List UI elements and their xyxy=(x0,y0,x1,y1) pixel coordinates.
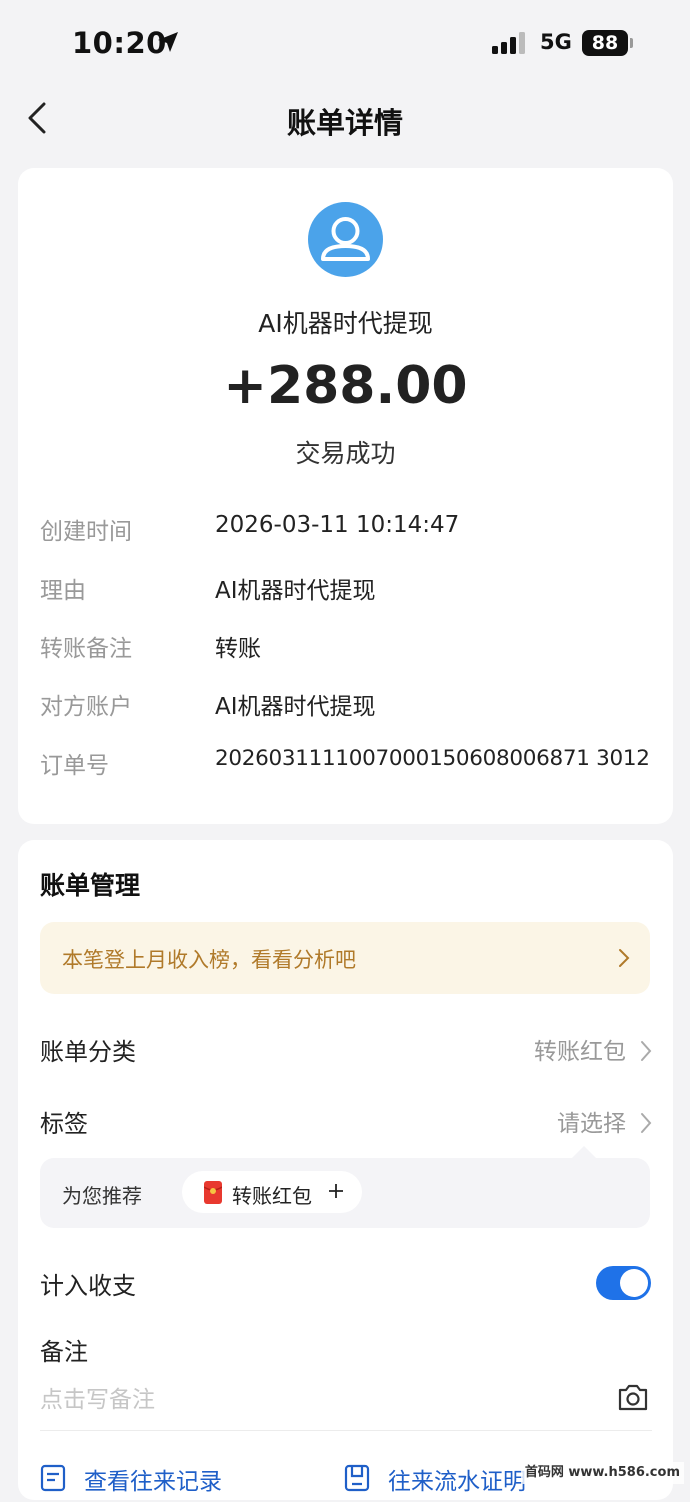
recommend-notch xyxy=(570,1146,598,1160)
chevron-right-icon xyxy=(641,1041,652,1061)
info-value: AI机器时代提现 xyxy=(215,578,376,604)
plus-icon xyxy=(329,1184,343,1198)
avatar xyxy=(308,202,383,277)
toggle-knob xyxy=(620,1269,648,1297)
recommend-tag-chip[interactable]: 转账红包 xyxy=(182,1171,362,1213)
transaction-detail-card: AI机器时代提现 +288.00 交易成功 创建时间 2026-03-11 10… xyxy=(18,168,673,824)
recommend-label: 为您推荐 xyxy=(62,1184,142,1208)
bill-category-row[interactable]: 账单分类 转账红包 xyxy=(40,1032,652,1072)
row-label: 计入收支 xyxy=(40,1272,136,1300)
info-row-reason: 理由 AI机器时代提现 xyxy=(40,571,660,611)
tag-row[interactable]: 标签 请选择 xyxy=(40,1104,652,1144)
info-label: 创建时间 xyxy=(40,519,132,545)
info-value[interactable]: 2026031111007000150608006871 3012 xyxy=(215,746,650,771)
info-row-order-number: 订单号 2026031111007000150608006871 3012 xyxy=(40,746,660,786)
row-label: 账单分类 xyxy=(40,1038,136,1066)
income-rank-banner[interactable]: 本笔登上月收入榜，看看分析吧 xyxy=(40,922,650,994)
site-watermark: 首码网 www.h586.com xyxy=(520,1462,684,1484)
bill-management-card: 账单管理 本笔登上月收入榜，看看分析吧 账单分类 转账红包 标签 请选择 为您推… xyxy=(18,840,673,1500)
info-label: 转账备注 xyxy=(40,636,132,662)
info-row-transfer-note: 转账备注 转账 xyxy=(40,629,660,669)
chevron-right-icon xyxy=(641,1113,652,1133)
info-value: AI机器时代提现 xyxy=(215,694,376,720)
info-row-created-time: 创建时间 2026-03-11 10:14:47 xyxy=(40,512,660,552)
action-label: 查看往来记录 xyxy=(84,1469,222,1495)
row-value: 请选择 xyxy=(557,1111,626,1137)
info-label: 对方账户 xyxy=(40,694,132,720)
user-icon xyxy=(321,217,370,261)
info-label: 订单号 xyxy=(40,753,109,779)
row-label: 标签 xyxy=(40,1110,88,1138)
info-value: 2026-03-11 10:14:47 xyxy=(215,512,460,538)
banner-text: 本笔登上月收入榜，看看分析吧 xyxy=(62,948,356,972)
info-row-counterparty-account: 对方账户 AI机器时代提现 xyxy=(40,687,660,727)
info-label: 理由 xyxy=(40,578,86,604)
info-value: 转账 xyxy=(215,636,261,662)
include-in-stats-toggle[interactable] xyxy=(596,1266,651,1300)
note-row: 备注 xyxy=(40,1332,652,1372)
battery-icon: 88 xyxy=(582,30,628,56)
view-history-button[interactable]: 查看往来记录 xyxy=(40,1462,300,1502)
page-title: 账单详情 xyxy=(286,106,403,140)
network-label: 5G xyxy=(540,30,572,54)
signal-icon xyxy=(492,32,525,54)
tag-recommendation-box: 为您推荐 转账红包 xyxy=(40,1146,650,1228)
status-bar: 10:20 5G 88 xyxy=(0,0,690,84)
row-value: 转账红包 xyxy=(534,1039,626,1065)
transaction-amount: +288.00 xyxy=(223,356,468,416)
nav-bar: 账单详情 xyxy=(0,84,690,154)
counterparty-name: AI机器时代提现 xyxy=(258,309,433,338)
camera-icon[interactable] xyxy=(617,1382,649,1412)
chevron-right-icon xyxy=(619,949,630,967)
red-packet-icon xyxy=(204,1181,222,1204)
battery-tip xyxy=(630,38,633,48)
action-label: 往来流水证明 xyxy=(388,1469,526,1495)
section-title: 账单管理 xyxy=(40,871,141,900)
status-time: 10:20 xyxy=(72,26,167,60)
divider xyxy=(40,1430,652,1431)
document-icon xyxy=(344,1464,370,1492)
include-in-stats-row: 计入收支 xyxy=(40,1266,652,1306)
row-label: 备注 xyxy=(40,1338,88,1366)
transaction-status: 交易成功 xyxy=(295,439,396,468)
location-arrow-icon xyxy=(158,32,178,52)
chip-label: 转账红包 xyxy=(232,1184,312,1208)
record-list-icon xyxy=(40,1464,66,1492)
note-input[interactable]: 点击写备注 xyxy=(40,1380,155,1414)
